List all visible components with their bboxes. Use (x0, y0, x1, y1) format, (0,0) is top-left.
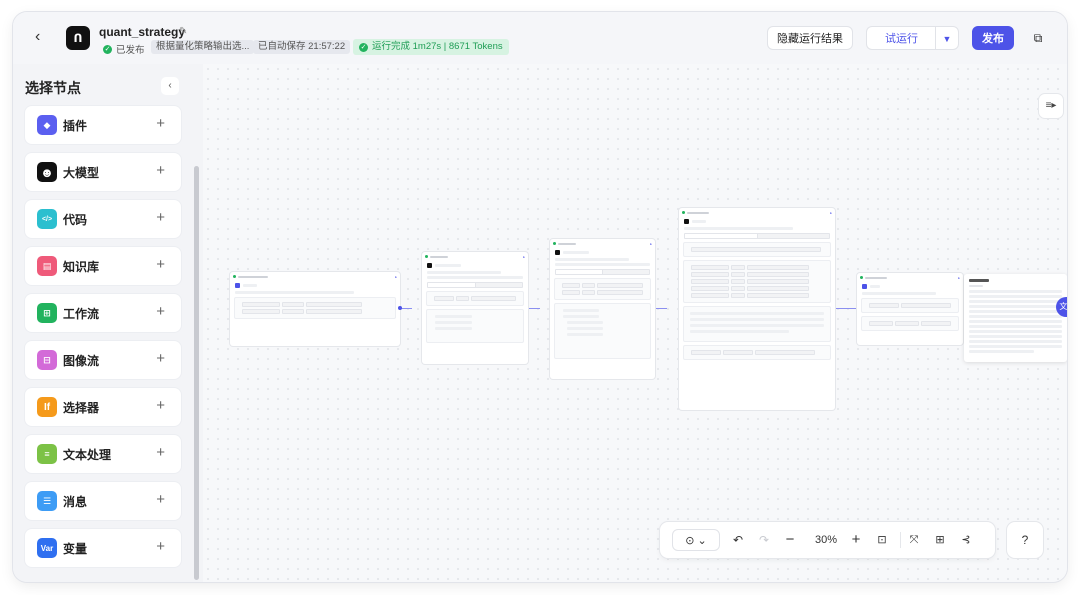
if-icon: If (37, 397, 57, 417)
publish-button[interactable]: 发布 (972, 26, 1014, 50)
run-status-badge: ✓ 运行完成 1m27s | 8671 Tokens (353, 39, 509, 55)
collapse-nodes-icon[interactable]: ⤧ (904, 522, 924, 558)
plus-icon[interactable]: + (156, 116, 165, 132)
sidebar-item-label: 大模型 (63, 165, 100, 180)
hide-results-button[interactable]: 隐藏运行结果 (767, 26, 853, 50)
sidebar-item-plugin[interactable]: ◆ 插件 + (25, 106, 181, 144)
code-icon: </> (37, 209, 57, 229)
sidebar-item-code[interactable]: </> 代码 + (25, 200, 181, 238)
copy-icon[interactable]: ⧉ (1027, 26, 1049, 50)
edge (655, 308, 667, 309)
line-style-icon[interactable]: ⊰ (956, 522, 976, 558)
canvas-toolbar: ⊙ ⌄ ↶ ↷ − 30% + ⊡ ⤧ ⊞ ⊰ (660, 522, 995, 558)
run-status-label: 运行完成 1m27s | 8671 Tokens (372, 41, 503, 52)
publish-status: ✓ 已发布 (103, 42, 145, 56)
node-header: ▸ (230, 272, 400, 281)
sidebar-title: 选择节点 (25, 80, 81, 96)
sidebar-item-label: 工作流 (63, 306, 100, 321)
header: ‹ ᑎ quant_strategy ✎ ✓ 已发布 根据量化策略输出选... … (13, 12, 1067, 64)
mouse-mode-icon[interactable]: ⊙ ⌄ (672, 529, 720, 551)
knowledge-icon: ▤ (37, 256, 57, 276)
try-run-button[interactable]: 试运行 (866, 26, 936, 50)
sidebar-item-label: 变量 (63, 541, 88, 556)
strategy-result-node[interactable]: ▸ (550, 239, 655, 379)
plus-icon[interactable]: + (156, 210, 165, 226)
llm-node[interactable]: ▸ (679, 208, 835, 410)
fit-view-icon[interactable]: ⊡ (872, 522, 892, 558)
try-run-dropdown-icon[interactable]: ▼ (935, 26, 959, 50)
plus-icon[interactable]: + (156, 539, 165, 555)
edit-icon[interactable]: ✎ (179, 26, 187, 37)
output-port[interactable] (398, 306, 402, 310)
sidebar-item-label: 知识库 (63, 259, 100, 274)
app-logo: ᑎ (66, 26, 90, 50)
plus-icon[interactable]: + (156, 163, 165, 179)
toolbar-divider (900, 532, 901, 548)
variable-icon: Var (37, 538, 57, 558)
sidebar-scrollbar[interactable] (194, 166, 199, 580)
start-node[interactable]: ▸ (230, 272, 400, 346)
sidebar-item-label: 选择器 (63, 400, 100, 415)
strategy-code-node[interactable]: ▸ (422, 252, 528, 364)
plus-icon[interactable]: + (156, 492, 165, 508)
end-node[interactable]: ▸ (857, 273, 963, 345)
sidebar-item-knowledge[interactable]: ▤ 知识库 + (25, 247, 181, 285)
node-list: ◆ 插件 + ☻ 大模型 + </> 代码 + ▤ 知识库 + ⊞ 工作流 + … (25, 106, 181, 576)
sidebar-item-selector[interactable]: If 选择器 + (25, 388, 181, 426)
workflow-canvas[interactable]: ≡▸ ▸ ▸ ▸ ▸ ▸ 文 (203, 64, 1067, 582)
workflow-title: quant_strategy (99, 25, 186, 39)
description-badge: 根据量化策略输出选... (151, 40, 255, 54)
edge (834, 308, 857, 309)
sidebar-item-label: 消息 (63, 494, 88, 509)
check-circle-icon: ✓ (359, 42, 368, 52)
sidebar-item-label: 代码 (63, 212, 88, 227)
llm-face-icon: ☻ (37, 162, 57, 182)
redo-icon[interactable]: ↷ (754, 522, 774, 558)
publish-status-label: 已发布 (116, 45, 145, 56)
sidebar-item-variable[interactable]: Var 变量 + (25, 529, 181, 567)
autosave-badge: 已自动保存 21:57:22 (253, 40, 351, 54)
sidebar-item-label: 插件 (63, 118, 88, 133)
undo-icon[interactable]: ↶ (728, 522, 748, 558)
zoom-in-icon[interactable]: + (846, 522, 866, 558)
node-title (230, 281, 400, 289)
plus-icon[interactable]: + (156, 351, 165, 367)
side-panel-toggle-icon[interactable]: ≡▸ (1039, 94, 1063, 118)
check-icon: ✓ (103, 44, 112, 54)
auto-layout-icon[interactable]: ⊞ (930, 522, 950, 558)
run-result-panel (964, 274, 1067, 362)
cube-icon: ◆ (37, 115, 57, 135)
zoom-level[interactable]: 30% (806, 522, 846, 558)
chevron-left-icon[interactable]: ‹ (35, 29, 51, 45)
node-sidebar: 选择节点 ‹ ◆ 插件 + ☻ 大模型 + </> 代码 + ▤ 知识库 + ⊞… (13, 70, 203, 582)
sidebar-item-label: 文本处理 (63, 447, 112, 462)
sidebar-item-imageflow[interactable]: ⊟ 图像流 + (25, 341, 181, 379)
workflow-icon: ⊞ (37, 303, 57, 323)
sidebar-item-llm[interactable]: ☻ 大模型 + (25, 153, 181, 191)
plus-icon[interactable]: + (156, 398, 165, 414)
sidebar-item-workflow[interactable]: ⊞ 工作流 + (25, 294, 181, 332)
text-process-icon: ≡ (37, 444, 57, 464)
help-icon[interactable]: ? (1007, 522, 1043, 558)
sidebar-item-message[interactable]: ☰ 消息 + (25, 482, 181, 520)
zoom-out-icon[interactable]: − (780, 522, 800, 558)
plus-icon[interactable]: + (156, 445, 165, 461)
imageflow-icon: ⊟ (37, 350, 57, 370)
plus-icon[interactable]: + (156, 257, 165, 273)
edge (528, 308, 540, 309)
sidebar-item-label: 图像流 (63, 353, 100, 368)
collapse-sidebar-icon[interactable]: ‹ (161, 77, 179, 95)
sidebar-item-text-process[interactable]: ≡ 文本处理 + (25, 435, 181, 473)
plus-icon[interactable]: + (156, 304, 165, 320)
app-window: ‹ ᑎ quant_strategy ✎ ✓ 已发布 根据量化策略输出选... … (13, 12, 1067, 582)
message-icon: ☰ (37, 491, 57, 511)
